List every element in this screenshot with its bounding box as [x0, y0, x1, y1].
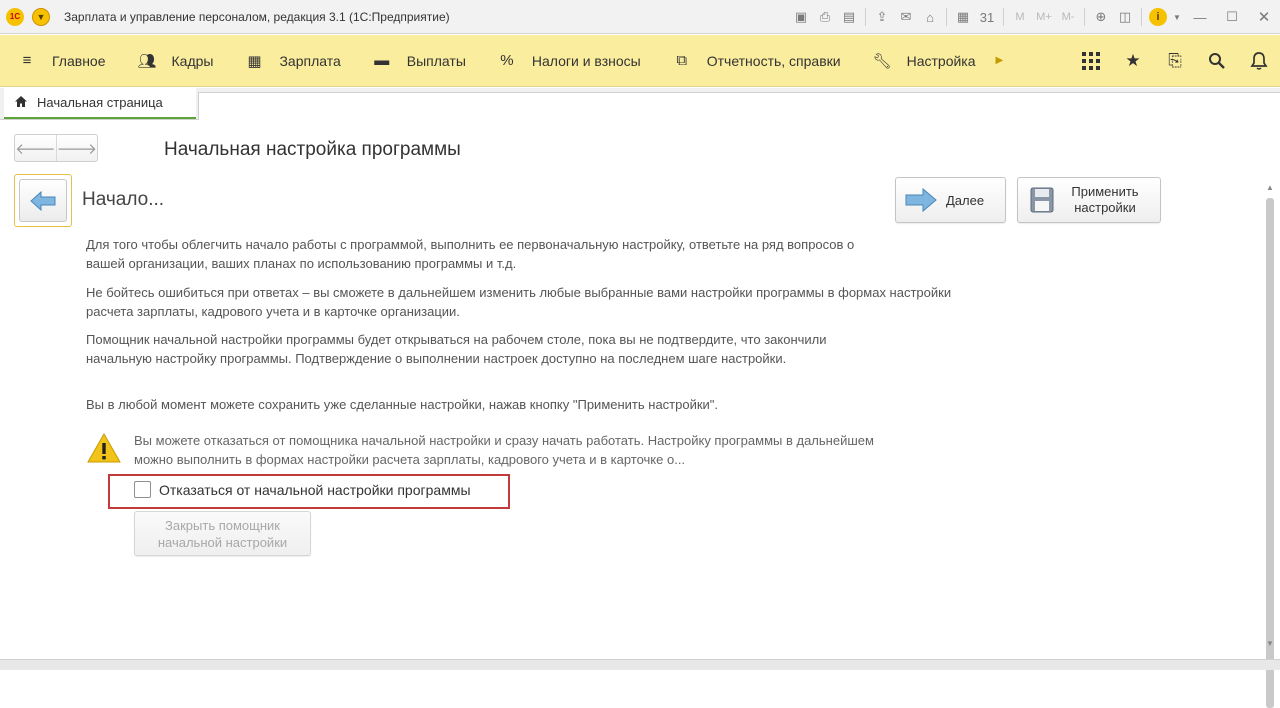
page-title: Начальная настройка программы	[164, 139, 461, 160]
intro-paragraph-1: Для того чтобы облегчить начало работы с…	[86, 237, 855, 271]
save-icon[interactable]: ▣	[790, 6, 812, 28]
status-bar	[0, 659, 1280, 670]
info-button[interactable]: i	[1147, 6, 1169, 28]
wrench-icon: 🔧︎	[872, 52, 892, 70]
next-button-label: Далее	[946, 192, 985, 208]
intro-paragraph-3: Помощник начальной настройки программы б…	[86, 332, 827, 366]
maximize-icon[interactable]: ☐	[1217, 6, 1247, 28]
open-windows-bar: Начальная страница	[0, 88, 1280, 120]
step-title: Начало...	[82, 189, 165, 210]
memory-button[interactable]: M	[1009, 6, 1031, 28]
intro-paragraph-4: Вы в любой момент можете сохранить уже с…	[86, 397, 719, 412]
close-window-icon[interactable]: ✕	[1249, 6, 1279, 28]
panels-icon[interactable]: ◫	[1114, 6, 1136, 28]
minimize-icon[interactable]: —	[1185, 6, 1215, 28]
section-label: Главное	[52, 52, 106, 69]
notifications-bell-icon[interactable]	[1238, 35, 1280, 87]
warning-icon	[87, 432, 121, 463]
link-icon[interactable]: ⌂	[919, 6, 941, 28]
people-icon: 👥︎	[137, 52, 157, 70]
tab-home-page[interactable]: Начальная страница	[4, 88, 196, 119]
section-salary[interactable]: ▦ Зарплата	[227, 35, 354, 87]
back-arrow-icon[interactable]: 🡐︎	[15, 135, 56, 161]
zoom-icon[interactable]: ⊕	[1090, 6, 1112, 28]
window-titlebar: 1С ▼ Зарплата и управление персоналом, р…	[0, 0, 1280, 34]
history-icon[interactable]: ⎘	[1154, 35, 1196, 87]
section-main[interactable]: ≡ Главное	[0, 35, 120, 87]
vertical-scrollbar[interactable]: ▲ ▼	[1263, 180, 1277, 708]
history-navigation: 🡐︎ 🡒︎	[14, 134, 98, 162]
favorites-star-icon[interactable]: ★	[1112, 35, 1154, 87]
all-functions-icon[interactable]	[1070, 35, 1112, 87]
section-reports[interactable]: ⧉ Отчетность, справки	[655, 35, 855, 87]
wallet-icon: ▬	[374, 52, 390, 69]
main-menu-button[interactable]: ▼	[32, 7, 50, 26]
info-dropdown-icon[interactable]: ▼	[1171, 6, 1183, 28]
titlebar-tools: ▣ ⎙ ▤ ⇪ ✉ ⌂ ▦ 31 M M+ M- ⊕ ◫ i ▼ — ☐ ✕	[789, 0, 1280, 34]
window-title: Зарплата и управление персоналом, редакц…	[64, 9, 450, 24]
decline-setup-checkbox[interactable]	[134, 481, 151, 498]
scroll-thumb[interactable]	[1266, 198, 1274, 708]
menu-icon: ≡	[22, 52, 32, 69]
section-label: Настройка	[906, 52, 976, 69]
calculator-icon: ▦	[247, 52, 262, 70]
section-label: Зарплата	[279, 52, 341, 69]
app-logo: 1С	[6, 7, 24, 26]
preview-icon[interactable]: ▤	[838, 6, 860, 28]
next-button[interactable]: Далее	[895, 177, 1006, 223]
upload-icon[interactable]: ⇪	[871, 6, 893, 28]
apply-settings-button[interactable]: Применить настройки	[1017, 177, 1161, 223]
search-icon[interactable]	[1196, 35, 1238, 87]
section-settings[interactable]: 🔧︎ Настройка	[855, 35, 990, 87]
section-label: Кадры	[171, 52, 214, 69]
memory-plus-button[interactable]: M+	[1033, 6, 1055, 28]
calculator-icon[interactable]: ▦	[952, 6, 974, 28]
forward-arrow-icon[interactable]: 🡒︎	[55, 135, 97, 161]
section-payments[interactable]: ▬ Выплаты	[355, 35, 480, 87]
previous-step-button[interactable]	[14, 174, 72, 227]
info-icon: i	[1149, 8, 1167, 26]
home-icon	[14, 95, 28, 111]
blue-back-arrow-icon	[30, 190, 56, 211]
apply-settings-label: Применить настройки	[1071, 184, 1139, 215]
documents-icon: ⧉	[676, 52, 688, 69]
intro-paragraph-2: Не бойтесь ошибиться при ответах – вы см…	[86, 285, 952, 319]
section-panel: ≡ Главное 👥︎ Кадры ▦ Зарплата ▬ Выплаты …	[0, 35, 1280, 87]
decline-setup-label[interactable]: Отказаться от начальной настройки програ…	[159, 482, 471, 498]
scroll-down-icon[interactable]: ▼	[1263, 636, 1277, 650]
section-hr[interactable]: 👥︎ Кадры	[120, 35, 228, 87]
section-taxes[interactable]: % Налоги и взносы	[480, 35, 655, 87]
mail-icon[interactable]: ✉	[895, 6, 917, 28]
print-icon[interactable]: ⎙	[814, 6, 836, 28]
memory-minus-button[interactable]: M-	[1057, 6, 1079, 28]
tab-label: Начальная страница	[37, 95, 163, 110]
scroll-up-icon[interactable]: ▲	[1263, 180, 1277, 194]
section-label: Отчетность, справки	[706, 52, 841, 69]
section-label: Выплаты	[406, 52, 466, 69]
close-wizard-button[interactable]: Закрыть помощник начальной настройки	[134, 511, 311, 556]
more-sections-arrow-icon[interactable]: ▶	[996, 55, 1004, 66]
save-disk-icon	[1030, 187, 1054, 213]
blue-forward-arrow-icon	[905, 187, 937, 213]
percent-icon: %	[500, 52, 514, 69]
section-panel-tools: ★ ⎘	[1070, 35, 1280, 87]
warning-text: Вы можете отказаться от помощника началь…	[134, 433, 874, 467]
calendar-icon[interactable]: 31	[976, 6, 998, 28]
section-label: Налоги и взносы	[531, 52, 641, 69]
